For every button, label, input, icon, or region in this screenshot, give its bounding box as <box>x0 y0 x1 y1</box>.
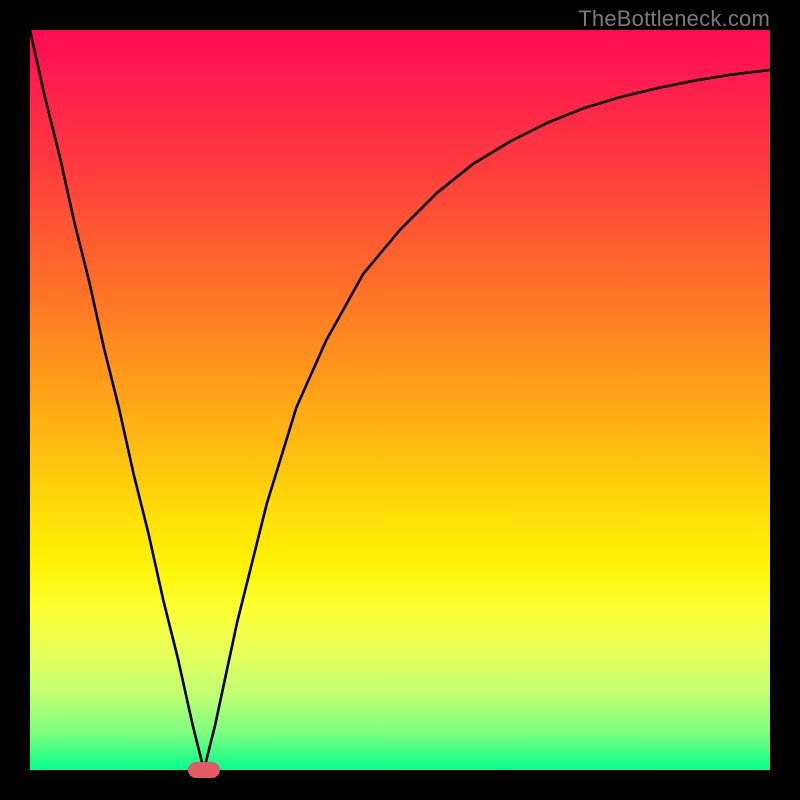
optimum-marker <box>188 762 220 778</box>
bottleneck-curve <box>30 30 770 770</box>
chart-frame: TheBottleneck.com <box>0 0 800 800</box>
plot-area <box>30 30 770 770</box>
watermark-text: TheBottleneck.com <box>578 6 770 32</box>
curve-svg <box>30 30 770 770</box>
